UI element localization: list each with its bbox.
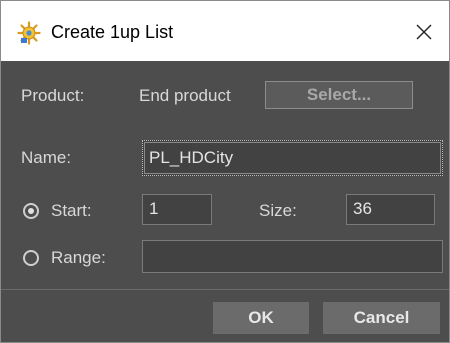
range-field[interactable] <box>142 240 443 273</box>
start-field[interactable]: 1 <box>142 194 212 225</box>
title-bar: Create 1up List <box>1 1 449 61</box>
size-field[interactable]: 36 <box>346 194 435 225</box>
close-icon <box>416 24 432 40</box>
range-radio[interactable] <box>23 250 39 266</box>
ok-button[interactable]: OK <box>213 302 309 334</box>
select-product-button[interactable]: Select... <box>265 81 413 109</box>
size-label: Size: <box>259 201 297 220</box>
name-label: Name: <box>21 148 72 167</box>
close-button[interactable] <box>401 11 447 53</box>
create-1up-list-dialog: Create 1up List Product: End product Sel… <box>0 0 450 343</box>
footer-divider <box>1 289 449 290</box>
name-field[interactable]: PL_HDCity <box>142 140 443 176</box>
start-label: Start: <box>51 201 92 220</box>
range-label: Range: <box>51 248 106 267</box>
cog-star-icon <box>17 21 41 45</box>
cancel-button[interactable]: Cancel <box>323 302 440 334</box>
radio-selected-dot <box>28 208 34 214</box>
window-title: Create 1up List <box>51 22 174 42</box>
product-label: Product: <box>21 86 85 105</box>
product-value: End product <box>139 86 231 105</box>
start-radio[interactable] <box>23 203 39 219</box>
